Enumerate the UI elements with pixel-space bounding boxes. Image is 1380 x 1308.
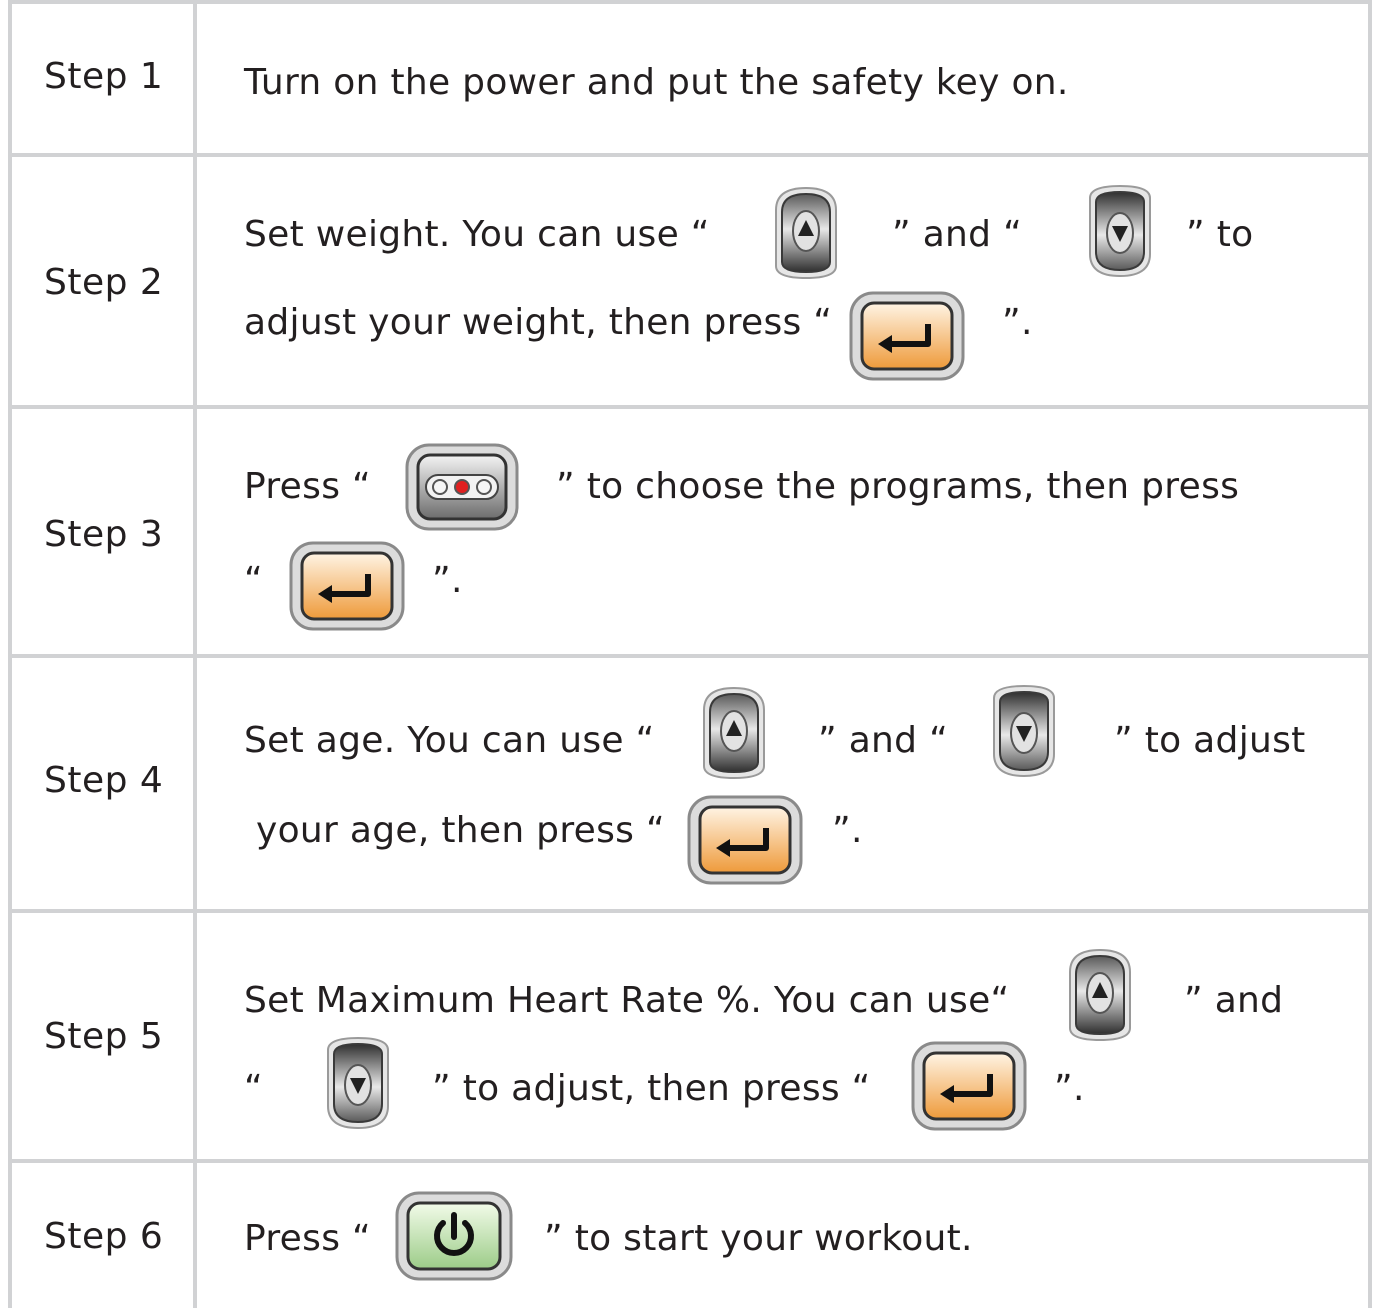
up-arrow-icon (1062, 946, 1138, 1042)
row-divider (8, 654, 1372, 658)
step-label: Step 1 (44, 56, 164, 97)
step-instruction: ” and “ (818, 720, 949, 761)
step-instruction: ” to start your workout. (544, 1218, 973, 1259)
step-label: Step 3 (44, 514, 164, 555)
step-instruction: Press “ (244, 466, 371, 507)
step-instruction: Set weight. You can use “ (244, 214, 710, 255)
step-label: Step 4 (44, 760, 164, 801)
row-divider (8, 0, 1372, 4)
step-instruction: Turn on the power and put the safety key… (244, 62, 1069, 103)
step-instruction: ” and (1184, 980, 1284, 1021)
step-instruction: ” to choose the programs, then press (556, 466, 1240, 507)
step-instruction: Set age. You can use “ (244, 720, 655, 761)
step-instruction: ”. (1002, 302, 1033, 343)
step-label: Step 5 (44, 1016, 164, 1057)
step-instruction: “ (244, 1068, 263, 1109)
step-instruction: Set Maximum Heart Rate %. You can use“ (244, 980, 1010, 1021)
enter-icon (848, 290, 966, 382)
step-instruction: your age, then press “ (256, 810, 665, 851)
enter-icon (288, 540, 406, 632)
step-instruction: ”. (1054, 1068, 1085, 1109)
row-divider (8, 153, 1372, 157)
down-arrow-icon (1082, 184, 1158, 280)
enter-icon (910, 1040, 1028, 1132)
step-label: Step 2 (44, 262, 164, 303)
step-instruction: ” and “ (892, 214, 1023, 255)
row-divider (8, 1159, 1372, 1163)
enter-icon (686, 794, 804, 886)
down-arrow-icon (320, 1036, 396, 1132)
step-instruction: adjust your weight, then press “ (244, 302, 833, 343)
up-arrow-icon (696, 684, 772, 780)
down-arrow-icon (986, 684, 1062, 780)
step-instruction: ” to (1186, 214, 1254, 255)
step-instruction: ”. (832, 810, 863, 851)
step-instruction: ”. (432, 560, 463, 601)
step-instruction: Press “ (244, 1218, 371, 1259)
row-divider (8, 405, 1372, 409)
up-arrow-icon (768, 184, 844, 280)
step-instruction: ” to adjust, then press “ (432, 1068, 871, 1109)
step-label: Step 6 (44, 1216, 164, 1257)
step-instruction: “ (244, 560, 263, 601)
step-instruction: ” to adjust (1114, 720, 1306, 761)
row-divider (8, 909, 1372, 913)
power-start-icon (394, 1190, 514, 1282)
program-select-icon (404, 442, 520, 532)
